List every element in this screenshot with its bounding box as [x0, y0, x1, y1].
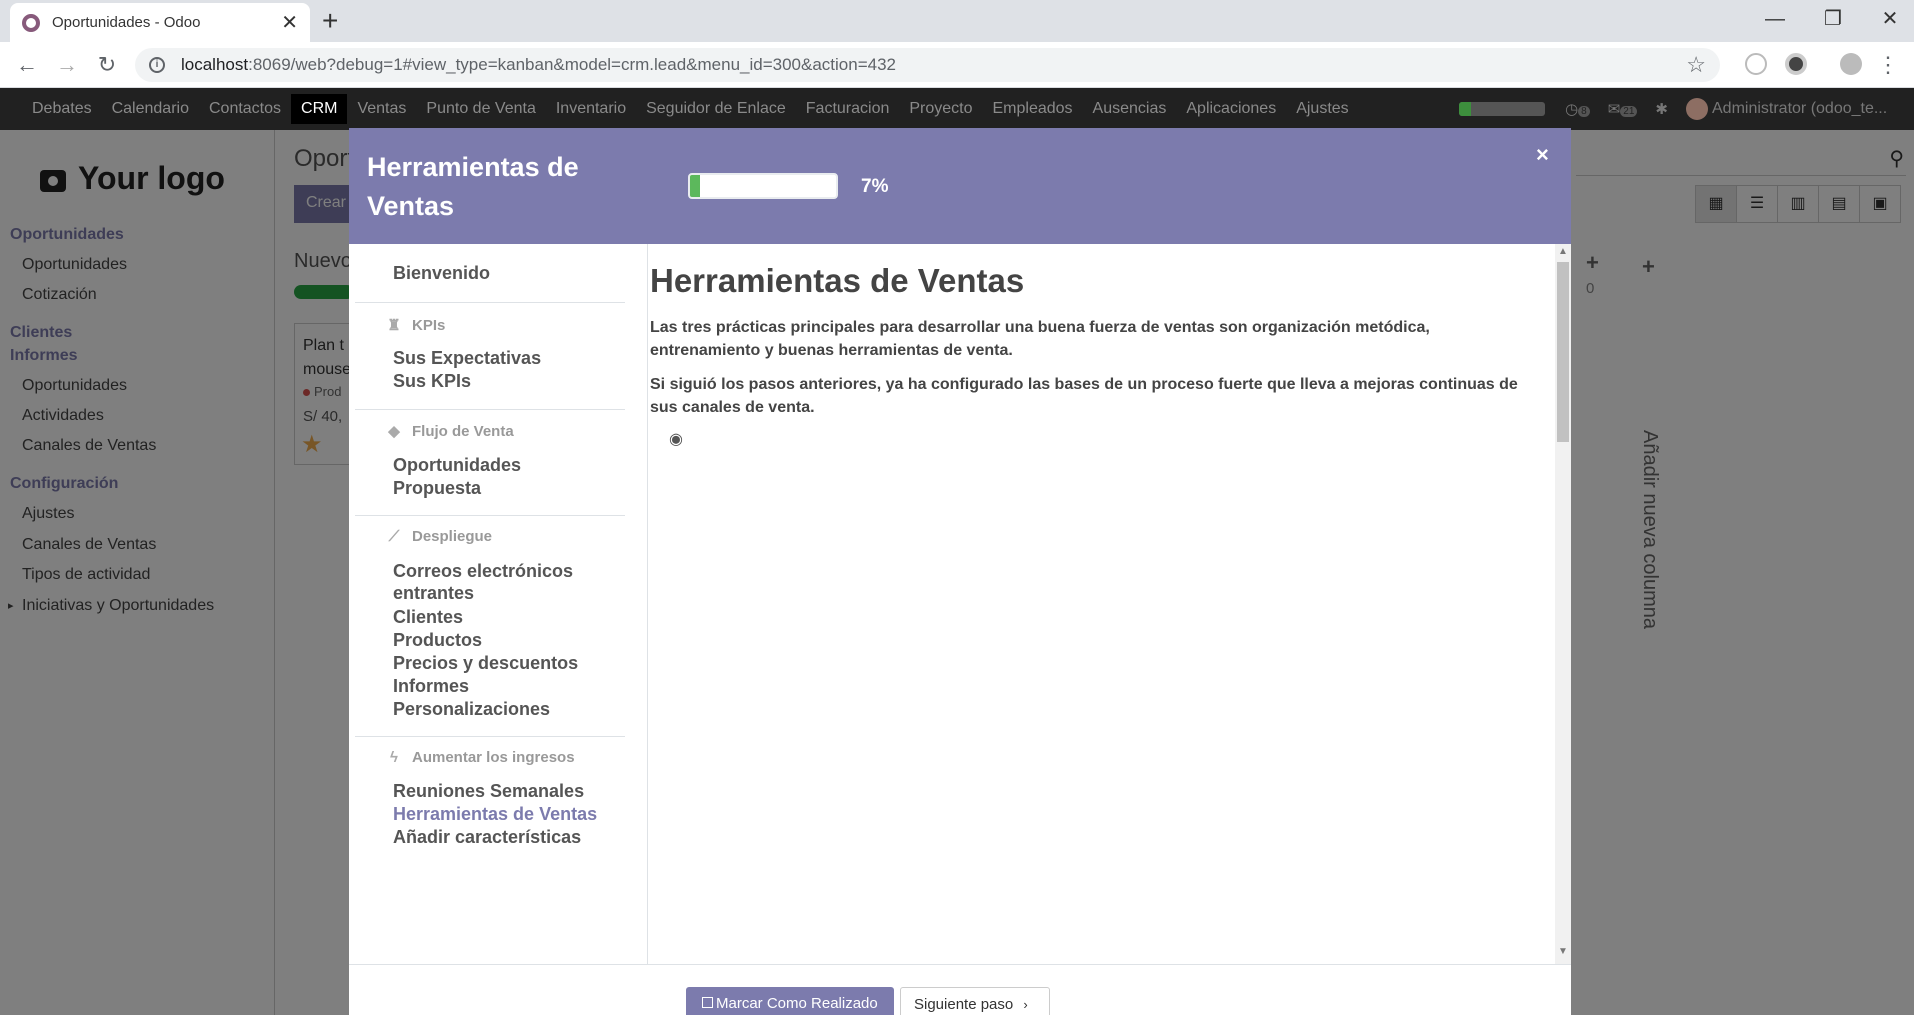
- nav-item-clientes[interactable]: Clientes: [393, 606, 463, 628]
- messages-icon[interactable]: ✉ 21: [1608, 100, 1638, 118]
- nav-item-propuesta[interactable]: Propuesta: [393, 477, 481, 499]
- nav-item-anadir-caracteristicas[interactable]: Añadir características: [393, 826, 581, 848]
- close-window-icon[interactable]: ✕: [1870, 4, 1910, 34]
- new-tab-button[interactable]: +: [322, 6, 338, 36]
- next-step-button[interactable]: Siguiente paso ›: [900, 987, 1050, 1015]
- checkbox-icon: [702, 997, 713, 1008]
- planner-nav: Bienvenido ♜ KPIs Sus Expectativas Sus KP…: [349, 244, 648, 964]
- app-menu-aplicaciones[interactable]: Aplicaciones: [1176, 94, 1286, 124]
- back-icon[interactable]: ←: [12, 50, 42, 80]
- nav-item-herramientas-de-ventas[interactable]: Herramientas de Ventas: [393, 803, 597, 825]
- app-menu-crm[interactable]: CRM: [291, 94, 348, 124]
- browser-tab[interactable]: Oportunidades - Odoo ✕: [10, 3, 310, 42]
- app-menu-debates[interactable]: Debates: [22, 94, 102, 124]
- magic-wand-icon: ⟋: [388, 528, 400, 545]
- odoo-top-nav: Debates Calendario Contactos CRM Ventas …: [0, 88, 1914, 130]
- message-count-badge: 21: [1620, 106, 1638, 117]
- bookmark-star-icon[interactable]: ☆: [1686, 52, 1706, 78]
- bolt-icon: ϟ: [390, 749, 398, 766]
- nav-category-despliegue: ⟋ Despliegue: [386, 528, 492, 545]
- app-menu-inventario[interactable]: Inventario: [546, 94, 636, 124]
- extension-icon[interactable]: [1745, 53, 1767, 75]
- activity-count-badge: 8: [1578, 106, 1590, 117]
- planner-content: Herramientas de Ventas Las tres práctica…: [649, 244, 1555, 964]
- nav-divider: [355, 302, 625, 303]
- scrollbar[interactable]: ▲ ▼: [1555, 244, 1571, 964]
- browser-tab-strip: Oportunidades - Odoo ✕ + — ❐ ✕: [0, 0, 1914, 42]
- nav-divider: [355, 515, 625, 516]
- close-icon[interactable]: ×: [1536, 142, 1549, 168]
- user-name: Administrator (odoo_te...: [1712, 100, 1888, 117]
- nav-item-sus-kpis[interactable]: Sus KPIs: [393, 370, 471, 392]
- app-menu-facturacion[interactable]: Facturacion: [796, 94, 900, 124]
- app-menu-ausencias[interactable]: Ausencias: [1083, 94, 1177, 124]
- content-heading: Herramientas de Ventas: [650, 262, 1025, 299]
- mark-done-button[interactable]: Marcar Como Realizado: [686, 987, 894, 1015]
- tab-title: Oportunidades - Odoo: [52, 14, 201, 31]
- progress-bar-fill: [690, 175, 701, 197]
- nav-item-informes[interactable]: Informes: [393, 675, 469, 697]
- trophy-icon: ♜: [387, 317, 401, 334]
- tab-close-icon[interactable]: ✕: [281, 10, 298, 35]
- minimize-window-icon[interactable]: —: [1755, 4, 1795, 34]
- url-text: localhost:8069/web?debug=1#view_type=kan…: [181, 55, 897, 74]
- eye-icon[interactable]: ◉: [669, 429, 683, 449]
- nav-category-flujo-de-venta: ◆ Flujo de Venta: [386, 422, 513, 440]
- nav-divider: [355, 409, 625, 410]
- app-menu-calendario[interactable]: Calendario: [102, 94, 199, 124]
- nav-category-aumentar-ingresos: ϟ Aumentar los ingresos: [386, 749, 575, 766]
- scroll-up-icon[interactable]: ▲: [1558, 246, 1568, 257]
- nav-item-oportunidades[interactable]: Oportunidades: [393, 454, 521, 476]
- modal-title: Herramientas de Ventas: [367, 152, 579, 221]
- app-menu-punto-de-venta[interactable]: Punto de Venta: [416, 94, 545, 124]
- app-menu-contactos[interactable]: Contactos: [199, 94, 291, 124]
- modal-footer: Marcar Como Realizado Siguiente paso ›: [349, 964, 1571, 1015]
- browser-toolbar: ← → ↻ i localhost:8069/web?debug=1#view_…: [0, 42, 1914, 88]
- chevron-right-icon: ›: [1023, 997, 1028, 1012]
- onboarding-modal: Herramientas de Ventas 7% × Bienvenido ♜…: [349, 128, 1571, 1015]
- reload-icon[interactable]: ↻: [92, 50, 122, 80]
- modal-header: Herramientas de Ventas 7% ×: [349, 128, 1571, 244]
- app-menu-ajustes[interactable]: Ajustes: [1286, 94, 1358, 124]
- extension-icon[interactable]: [1785, 53, 1807, 75]
- app-menu-empleados[interactable]: Empleados: [983, 94, 1083, 124]
- app-menu-ventas[interactable]: Ventas: [347, 94, 416, 124]
- content-paragraph: Si siguió los pasos anteriores, ya ha co…: [650, 376, 1518, 416]
- maximize-window-icon[interactable]: ❐: [1813, 4, 1853, 34]
- nav-item-correos-electronicos[interactable]: Correos electrónicos entrantes: [393, 560, 593, 604]
- nav-item-precios-y-descuentos[interactable]: Precios y descuentos: [393, 652, 578, 674]
- loading-bar: [1459, 102, 1546, 116]
- site-info-icon[interactable]: i: [149, 57, 165, 73]
- nav-category-kpis: ♜ KPIs: [387, 317, 446, 334]
- activity-clock-icon[interactable]: ◷ 8: [1565, 100, 1590, 118]
- debug-bug-icon[interactable]: ✱: [1655, 100, 1668, 118]
- app-menu-proyecto[interactable]: Proyecto: [899, 94, 982, 124]
- progress-percent: 7%: [861, 176, 889, 197]
- odoo-favicon-icon: [22, 13, 40, 32]
- scrollbar-thumb[interactable]: [1557, 262, 1569, 442]
- tag-icon: ◆: [388, 423, 400, 440]
- nav-item-reuniones-semanales[interactable]: Reuniones Semanales: [393, 780, 584, 802]
- nav-divider: [355, 736, 625, 737]
- profile-avatar-icon[interactable]: [1840, 53, 1862, 75]
- nav-item-bienvenido[interactable]: Bienvenido: [393, 262, 490, 284]
- address-bar[interactable]: i localhost:8069/web?debug=1#view_type=k…: [135, 48, 1720, 82]
- nav-item-productos[interactable]: Productos: [393, 629, 482, 651]
- user-menu[interactable]: Administrator (odoo_te...: [1686, 98, 1914, 120]
- menu-kebab-icon[interactable]: ⋮: [1873, 50, 1903, 80]
- nav-item-personalizaciones[interactable]: Personalizaciones: [393, 698, 550, 720]
- progress-bar: [688, 173, 838, 199]
- avatar: [1686, 98, 1708, 120]
- app-menu-seguidor-de-enlace[interactable]: Seguidor de Enlace: [636, 94, 796, 124]
- scroll-down-icon[interactable]: ▼: [1558, 946, 1568, 957]
- nav-item-sus-expectativas[interactable]: Sus Expectativas: [393, 347, 541, 369]
- forward-icon[interactable]: →: [52, 50, 82, 80]
- content-paragraph: Las tres prácticas principales para desa…: [650, 319, 1430, 359]
